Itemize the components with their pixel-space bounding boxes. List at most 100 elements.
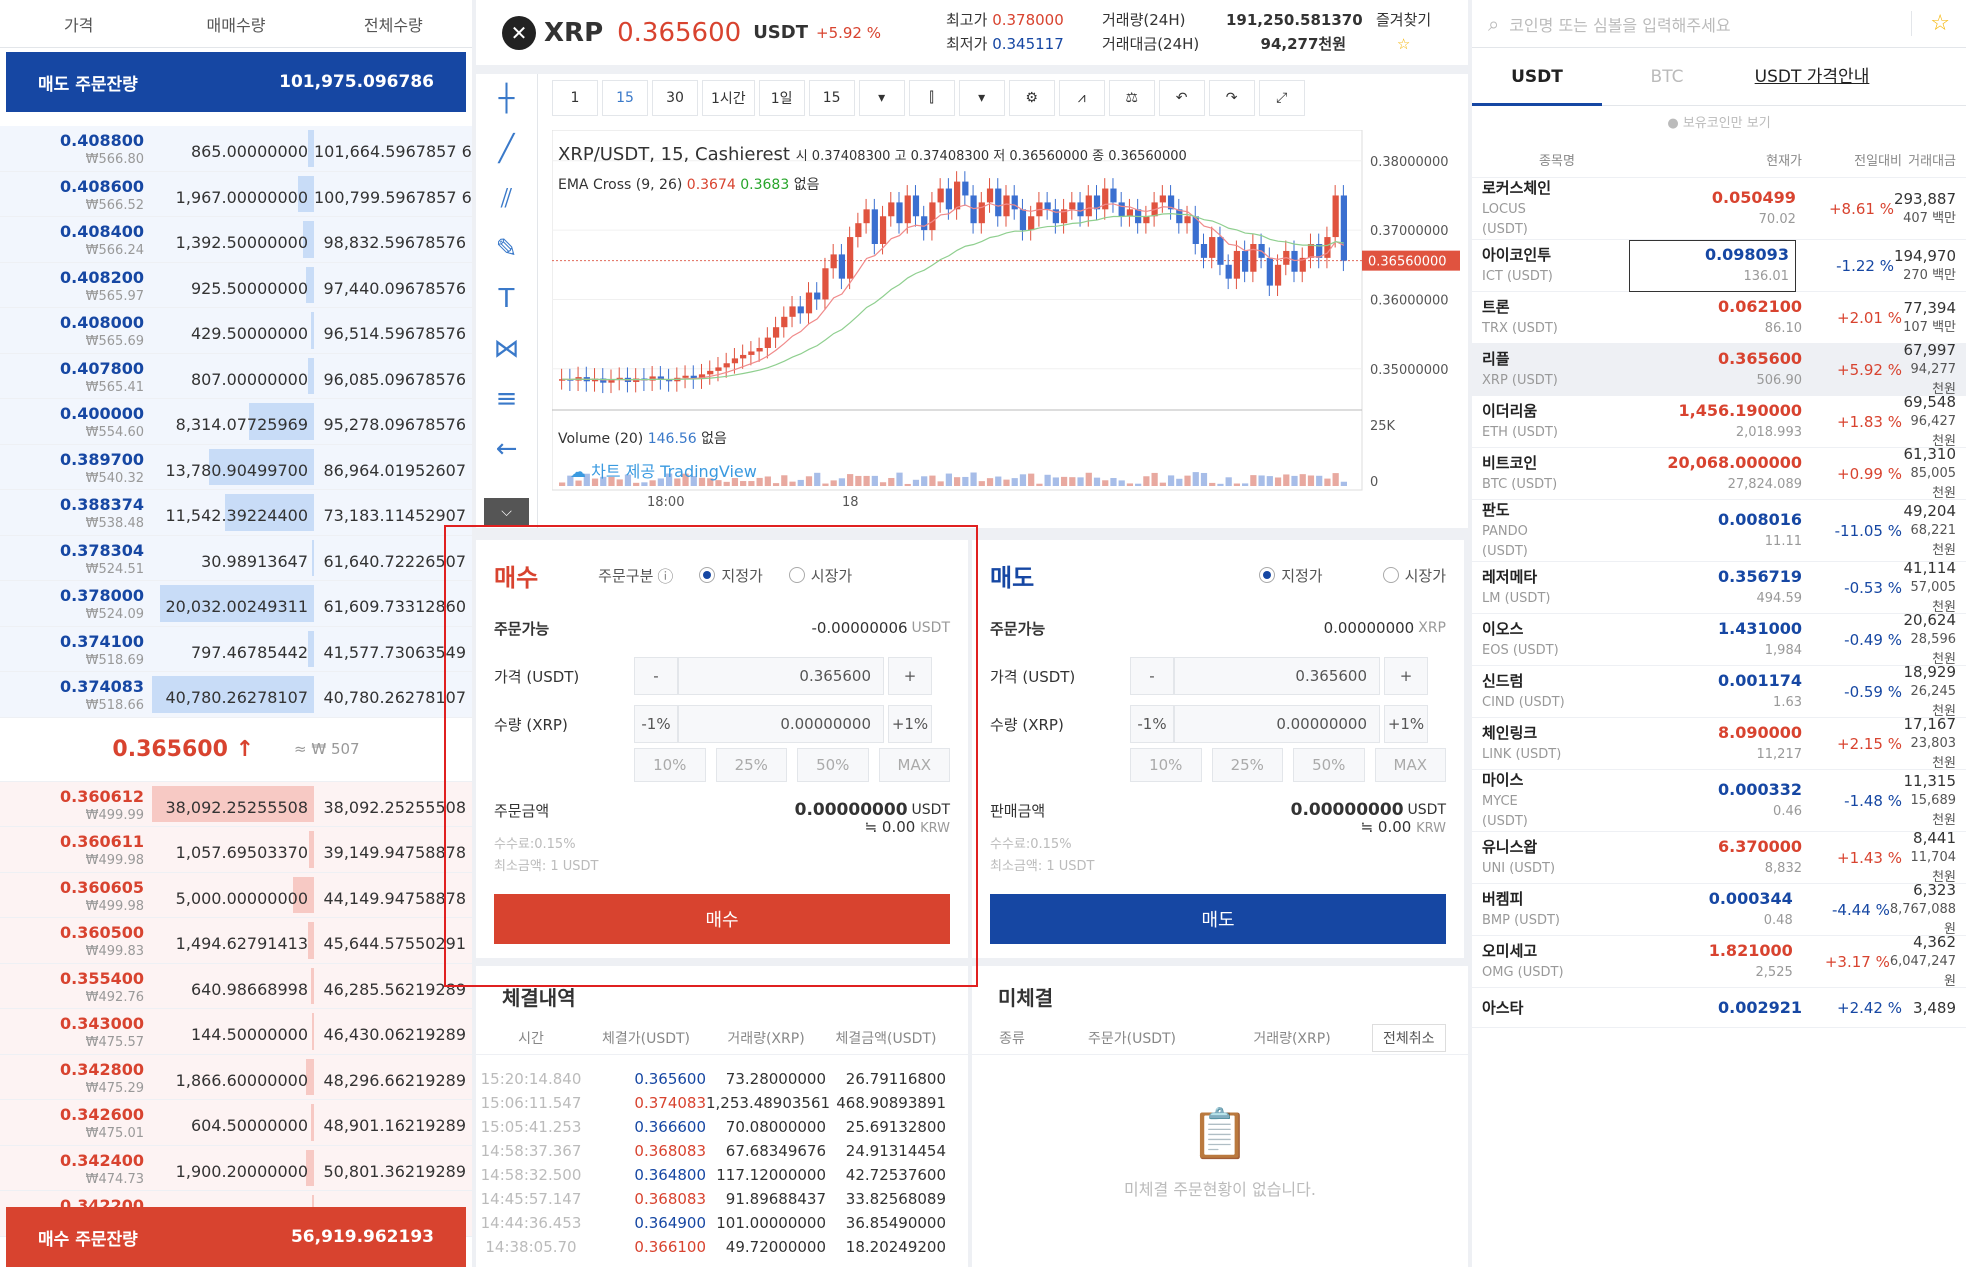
- ask-row[interactable]: 0.400000 ₩554.60 8,314.07725969 95,278.0967…: [0, 399, 472, 445]
- market-row[interactable]: 마이스 MYCE (USDT) 0.000332 0.46 -1.48 % 11,315 15…: [1472, 770, 1966, 832]
- interval-1[interactable]: 1: [552, 80, 598, 116]
- bid-row[interactable]: 0.360611 ₩499.98 1,057.69503370 39,149.9475…: [0, 827, 472, 873]
- candle-type-icon[interactable]: ⫿: [909, 80, 955, 116]
- buy-price-plus[interactable]: +: [888, 657, 932, 695]
- sell-pct-10[interactable]: 10%: [1130, 748, 1202, 782]
- back-arrow-icon[interactable]: ←: [476, 424, 537, 474]
- sell-button[interactable]: 매도: [990, 894, 1446, 944]
- ask-row[interactable]: 0.389700 ₩540.32 13,780.90499700 86,964.019…: [0, 445, 472, 491]
- market-row[interactable]: 유니스왑 UNI (USDT) 6.370000 8,832 +1.43 % 8,441 1…: [1472, 832, 1966, 884]
- ask-row[interactable]: 0.408800 ₩566.80 865.00000000 101,664.59678…: [0, 126, 472, 172]
- buy-limit-radio[interactable]: 지정가: [699, 565, 762, 586]
- holding-toggle[interactable]: ● 보유코인만 보기: [1472, 106, 1966, 142]
- ask-row[interactable]: 0.408200 ₩565.97 925.50000000 97,440.096785…: [0, 263, 472, 309]
- market-row[interactable]: 비트코인 BTC (USDT) 20,068.000000 27,824.089 +0.…: [1472, 448, 1966, 500]
- bid-row[interactable]: 0.342400 ₩474.73 1,900.20000000 50,801.3621…: [0, 1146, 472, 1192]
- tab-usdt[interactable]: USDT: [1472, 48, 1602, 106]
- market-row[interactable]: 아이코인투 ICT (USDT) 0.098093 136.01 -1.22 % 194,…: [1472, 240, 1966, 292]
- market-row[interactable]: 판도 PANDO (USDT) 0.008016 11.11 -11.05 % 49,204…: [1472, 500, 1966, 562]
- cancel-all-button[interactable]: 전체취소: [1372, 1024, 1446, 1052]
- ask-row[interactable]: 0.374100 ₩518.69 797.46785442 41,577.730635…: [0, 627, 472, 673]
- bid-row[interactable]: 0.360612 ₩499.99 38,092.25255508 38,092.252…: [0, 782, 472, 828]
- ask-row[interactable]: 0.378000 ₩524.09 20,032.00249311 61,609.733…: [0, 581, 472, 627]
- trade-row[interactable]: 14:58:32.500 0.364800 117.12000000 42.72537…: [476, 1163, 968, 1187]
- sell-price-plus[interactable]: +: [1384, 657, 1428, 695]
- sell-market-radio[interactable]: 시장가: [1383, 565, 1446, 586]
- text-tool-icon[interactable]: T: [476, 274, 537, 324]
- pattern-icon[interactable]: ⋈: [476, 324, 537, 374]
- fullscreen-icon[interactable]: ⤢: [1259, 80, 1305, 116]
- ask-row[interactable]: 0.374083 ₩518.66 40,780.26278107 40,780.262…: [0, 672, 472, 718]
- ask-row[interactable]: 0.408000 ₩565.69 429.50000000 96,514.596785…: [0, 308, 472, 354]
- chevron-down-icon[interactable]: ▾: [959, 80, 1005, 116]
- ask-row[interactable]: 0.408400 ₩566.24 1,392.50000000 98,832.5967…: [0, 217, 472, 263]
- crosshair-icon[interactable]: ┼: [476, 74, 537, 124]
- market-row[interactable]: 트론 TRX (USDT) 0.062100 86.10 +2.01 % 77,394 10…: [1472, 292, 1966, 344]
- ruler-icon[interactable]: ≡: [476, 374, 537, 424]
- buy-qty-input[interactable]: 0.00000000: [678, 705, 884, 743]
- buy-price-input[interactable]: 0.365600: [678, 657, 884, 695]
- gear-icon[interactable]: ⚙: [1009, 80, 1055, 116]
- brush-icon[interactable]: ✎: [476, 224, 537, 274]
- sell-price-minus[interactable]: -: [1130, 657, 1174, 695]
- sell-pct-max[interactable]: MAX: [1375, 748, 1447, 782]
- ask-row[interactable]: 0.378304 ₩524.51 30.98913647 61,640.7222650…: [0, 536, 472, 582]
- undo-icon[interactable]: ↶: [1159, 80, 1205, 116]
- market-row[interactable]: 이오스 EOS (USDT) 1.431000 1,984 -0.49 % 20,624 2…: [1472, 614, 1966, 666]
- sell-pct-50[interactable]: 50%: [1293, 748, 1365, 782]
- market-row[interactable]: 신드럼 CIND (USDT) 0.001174 1.63 -0.59 % 18,929 2…: [1472, 666, 1966, 718]
- chevron-down-icon[interactable]: ▾: [859, 80, 905, 116]
- interval-30[interactable]: 30: [652, 80, 698, 116]
- market-row[interactable]: 리플 XRP (USDT) 0.365600 506.90 +5.92 % 67,997 9…: [1472, 344, 1966, 396]
- collapse-icon[interactable]: ⌵: [484, 498, 529, 526]
- compare-icon[interactable]: ⚖: [1109, 80, 1155, 116]
- trade-row[interactable]: 14:44:36.453 0.364900 101.00000000 36.85490…: [476, 1211, 968, 1235]
- search-input[interactable]: 코인명 또는 심볼을 입력해주세요: [1509, 12, 1911, 36]
- buy-price-minus[interactable]: -: [634, 657, 678, 695]
- market-row[interactable]: 버켐피 BMP (USDT) 0.000344 0.48 -4.44 % 6,323 8,7…: [1472, 884, 1966, 936]
- star-icon[interactable]: ☆: [1911, 11, 1950, 36]
- market-row[interactable]: 레저메타 LM (USDT) 0.356719 494.59 -0.53 % 41,114…: [1472, 562, 1966, 614]
- sell-qty-plus[interactable]: +1%: [1384, 705, 1428, 743]
- tradingview-credit[interactable]: ☁ 차트 제공 TradingView: [570, 458, 757, 482]
- sell-pct-25[interactable]: 25%: [1212, 748, 1284, 782]
- buy-market-radio[interactable]: 시장가: [789, 565, 852, 586]
- market-row[interactable]: 이더리움 ETH (USDT) 1,456.190000 2,018.993 +1.83…: [1472, 396, 1966, 448]
- trade-row[interactable]: 15:06:11.547 0.374083 1,253.48903561 468.90…: [476, 1091, 968, 1115]
- bid-row[interactable]: 0.360500 ₩499.83 1,494.62791413 45,644.5755…: [0, 918, 472, 964]
- trade-row[interactable]: 15:05:41.253 0.366600 70.08000000 25.691328…: [476, 1115, 968, 1139]
- help-icon[interactable]: ⓘ: [657, 563, 673, 587]
- buy-button[interactable]: 매수: [494, 894, 950, 944]
- market-row[interactable]: 오미세고 OMG (USDT) 1.821000 2,525 +3.17 % 4,362 6…: [1472, 936, 1966, 988]
- buy-pct-25[interactable]: 25%: [716, 748, 788, 782]
- ask-row[interactable]: 0.388374 ₩538.48 11,542.39224400 73,183.114…: [0, 490, 472, 536]
- buy-pct-50[interactable]: 50%: [797, 748, 869, 782]
- sell-qty-input[interactable]: 0.00000000: [1174, 705, 1380, 743]
- buy-qty-plus[interactable]: +1%: [888, 705, 932, 743]
- bid-row[interactable]: 0.355400 ₩492.76 640.98668998 46,285.562192…: [0, 964, 472, 1010]
- trendline-icon[interactable]: ╱: [476, 124, 537, 174]
- favorite-button[interactable]: 즐겨찾기 ☆: [1376, 8, 1431, 56]
- buy-pct-10[interactable]: 10%: [634, 748, 706, 782]
- trade-row[interactable]: 14:58:37.367 0.368083 67.68349676 24.913144…: [476, 1139, 968, 1163]
- interval-1d[interactable]: 1일: [759, 80, 805, 116]
- trade-row[interactable]: 14:45:57.147 0.368083 91.89688437 33.825680…: [476, 1187, 968, 1211]
- interval-1h[interactable]: 1시간: [702, 80, 755, 116]
- ask-row[interactable]: 0.408600 ₩566.52 1,967.00000000 100,799.596…: [0, 172, 472, 218]
- bid-row[interactable]: 0.360605 ₩499.98 5,000.00000000 44,149.9475…: [0, 873, 472, 919]
- buy-pct-max[interactable]: MAX: [879, 748, 951, 782]
- indicator-icon[interactable]: ⩘: [1059, 80, 1105, 116]
- interval-15[interactable]: 15: [602, 80, 648, 116]
- market-row[interactable]: 로커스체인 LOCUS (USDT) 0.050499 70.02 +8.61 % 293,…: [1472, 178, 1966, 240]
- bid-row[interactable]: 0.342800 ₩475.29 1,866.60000000 48,296.6621…: [0, 1055, 472, 1101]
- redo-icon[interactable]: ↷: [1209, 80, 1255, 116]
- market-row[interactable]: 아스타 0.002921 +2.42 % 3,489: [1472, 988, 1966, 1028]
- bid-row[interactable]: 0.342600 ₩475.01 604.50000000 48,901.162192…: [0, 1100, 472, 1146]
- market-row[interactable]: 체인링크 LINK (USDT) 8.090000 11,217 +2.15 % 17,1…: [1472, 718, 1966, 770]
- sell-qty-minus[interactable]: -1%: [1130, 705, 1174, 743]
- sell-price-input[interactable]: 0.365600: [1174, 657, 1380, 695]
- bid-row[interactable]: 0.343000 ₩475.57 144.50000000 46,430.062192…: [0, 1009, 472, 1055]
- tab-usdt-guide[interactable]: USDT 가격안내: [1732, 48, 1892, 106]
- ask-row[interactable]: 0.407800 ₩565.41 807.00000000 96,085.096785…: [0, 354, 472, 400]
- interval-select[interactable]: 15: [809, 80, 855, 116]
